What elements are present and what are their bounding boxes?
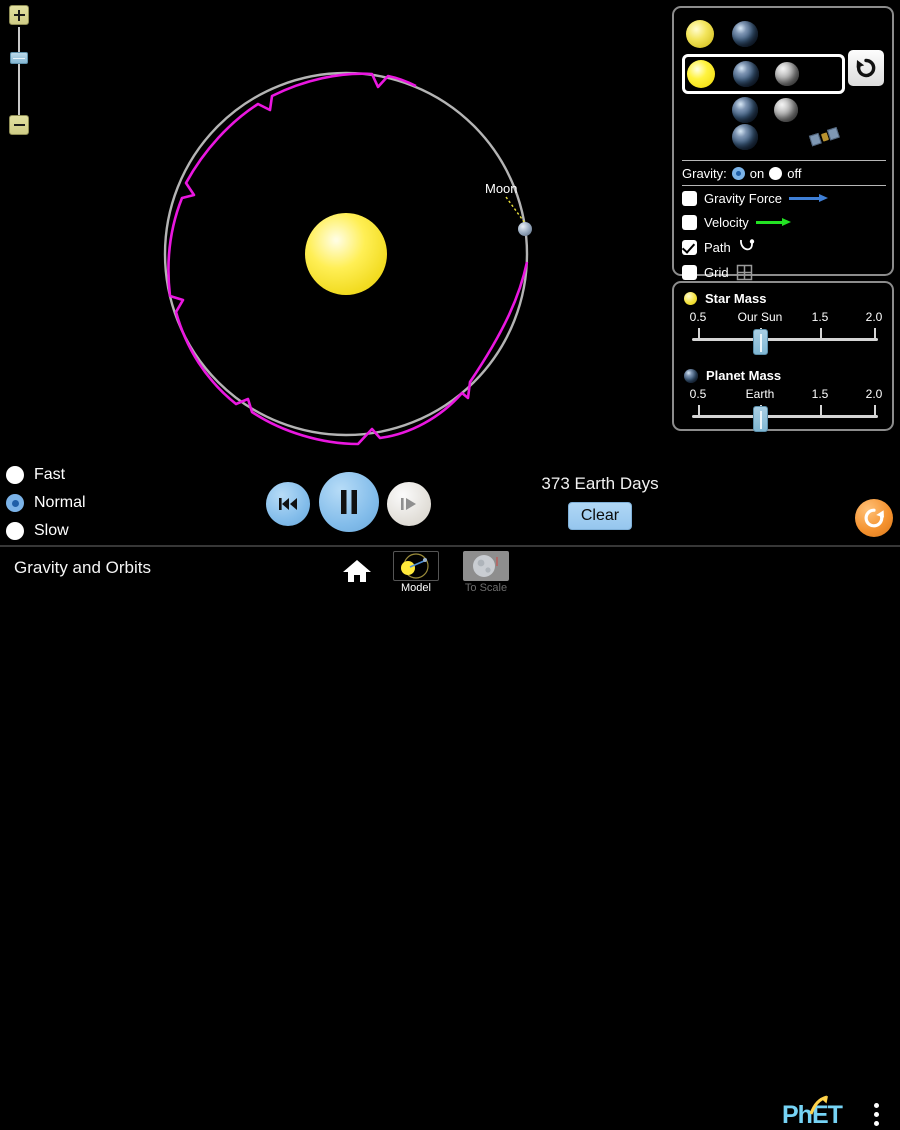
- velocity-label: Velocity: [704, 215, 749, 230]
- home-icon: [342, 558, 372, 584]
- checkbox-row-path[interactable]: Path: [682, 237, 756, 257]
- velocity-checkbox[interactable]: [682, 215, 697, 230]
- path-label: Path: [704, 240, 731, 255]
- phet-arrow-icon: [808, 1095, 830, 1117]
- star-tick-label-3: 2.0: [866, 310, 883, 324]
- tab-model-thumbnail: [393, 551, 439, 581]
- planet-tick-label-1: Earth: [746, 387, 775, 401]
- reset-all-button[interactable]: [855, 499, 893, 537]
- moon-label: Moon: [485, 181, 518, 196]
- path-checkbox[interactable]: [682, 240, 697, 255]
- navigation-bar: Gravity and Orbits Model To Scale: [0, 545, 900, 591]
- home-button[interactable]: [340, 557, 374, 585]
- pause-icon: [338, 489, 360, 515]
- gravity-off-label: off: [787, 166, 801, 181]
- star-tick-label-0: 0.5: [690, 310, 707, 324]
- slow-radio[interactable]: [6, 522, 24, 540]
- planet-mass-thumb[interactable]: [753, 406, 768, 432]
- gravity-off-radio[interactable]: [769, 167, 782, 180]
- tab-model[interactable]: Model: [385, 551, 447, 594]
- step-forward-icon: [399, 495, 419, 513]
- restart-arrow-icon: [854, 56, 878, 80]
- page-title: Gravity and Orbits: [14, 558, 151, 578]
- planet-mass-slider[interactable]: 0.5 Earth 1.5 2.0: [692, 387, 878, 433]
- grid-icon: [736, 264, 753, 281]
- restart-button[interactable]: [848, 50, 884, 86]
- fast-label: Fast: [34, 466, 65, 484]
- speed-radio-group: Fast Normal Slow: [6, 461, 126, 545]
- checkbox-row-velocity[interactable]: Velocity: [682, 212, 792, 232]
- mass-control-panel: Star Mass 0.5 Our Sun 1.5 2.0 Planet Mas…: [672, 281, 894, 431]
- moon-icon: [775, 62, 799, 86]
- step-forward-button[interactable]: [387, 482, 431, 526]
- sun-icon: [684, 292, 697, 305]
- star-tick-label-2: 1.5: [812, 310, 829, 324]
- planet-tick-label-3: 2.0: [866, 387, 883, 401]
- star-mass-slider[interactable]: 0.5 Our Sun 1.5 2.0: [692, 310, 878, 356]
- gravity-label: Gravity:: [682, 166, 727, 181]
- earth-icon: [684, 369, 698, 383]
- green-arrow-icon: [756, 218, 792, 226]
- fast-radio[interactable]: [6, 466, 24, 484]
- tab-model-label: Model: [385, 582, 447, 594]
- rewind-button[interactable]: [266, 482, 310, 526]
- planet-mass-track[interactable]: [692, 415, 878, 418]
- checkbox-row-grid[interactable]: Grid: [682, 262, 753, 282]
- gravity-on-label: on: [750, 166, 764, 181]
- star-mass-thumb[interactable]: [753, 329, 768, 355]
- gravity-force-checkbox[interactable]: [682, 191, 697, 206]
- planet-tick-label-2: 1.5: [812, 387, 829, 401]
- reset-all-icon: [862, 506, 886, 530]
- simulation-canvas[interactable]: Moon Grav: [0, 0, 900, 545]
- earth-icon: [732, 124, 758, 150]
- scenario-row-sun-earth[interactable]: [682, 14, 844, 54]
- star-mass-track[interactable]: [692, 338, 878, 341]
- rewind-icon: [277, 495, 299, 513]
- planet-mass-title: Planet Mass: [706, 368, 781, 383]
- tab-to-scale-thumbnail: [463, 551, 509, 581]
- speed-option-slow[interactable]: Slow: [6, 517, 126, 545]
- tab-to-scale[interactable]: To Scale: [455, 551, 517, 594]
- earth-icon: [732, 21, 758, 47]
- gravity-on-radio[interactable]: [732, 167, 745, 180]
- planet-tick-label-0: 0.5: [690, 387, 707, 401]
- tab-to-scale-label: To Scale: [455, 582, 517, 594]
- grid-label: Grid: [704, 265, 729, 280]
- planet-mass-header: Planet Mass: [684, 368, 781, 383]
- panel-divider-2: [682, 185, 886, 186]
- timer-block: 373 Earth Days Clear: [470, 474, 730, 530]
- gravity-force-label: Gravity Force: [704, 191, 782, 206]
- normal-radio[interactable]: [6, 494, 24, 512]
- speed-option-fast[interactable]: Fast: [6, 461, 126, 489]
- star-mass-title: Star Mass: [705, 291, 766, 306]
- panel-divider: [682, 160, 886, 161]
- playback-controls: [266, 472, 432, 532]
- kebab-menu-icon[interactable]: [874, 1103, 880, 1130]
- satellite-icon: [809, 126, 842, 149]
- clear-button[interactable]: Clear: [568, 502, 632, 530]
- phet-logo[interactable]: PhET: [782, 1101, 842, 1130]
- scenario-row-earth-satellite[interactable]: [682, 116, 844, 156]
- gravity-toggle-row: Gravity: on off: [682, 165, 888, 181]
- moon-body[interactable]: [518, 222, 532, 236]
- sun-icon: [686, 20, 714, 48]
- path-curve-icon: [738, 239, 756, 255]
- normal-label: Normal: [34, 494, 86, 512]
- scenario-options-panel: Gravity: on off Gravity Force Velocity: [672, 6, 894, 276]
- time-readout: 373 Earth Days: [470, 474, 730, 494]
- checkbox-row-gravity-force[interactable]: Gravity Force: [682, 188, 829, 208]
- play-pause-button[interactable]: [319, 472, 379, 532]
- star-mass-header: Star Mass: [684, 291, 766, 306]
- slow-label: Slow: [34, 522, 69, 540]
- star-tick-label-1: Our Sun: [738, 310, 783, 324]
- speed-option-normal[interactable]: Normal: [6, 489, 126, 517]
- grid-checkbox[interactable]: [682, 265, 697, 280]
- blue-arrow-icon: [789, 194, 829, 202]
- sun-body[interactable]: [305, 213, 387, 295]
